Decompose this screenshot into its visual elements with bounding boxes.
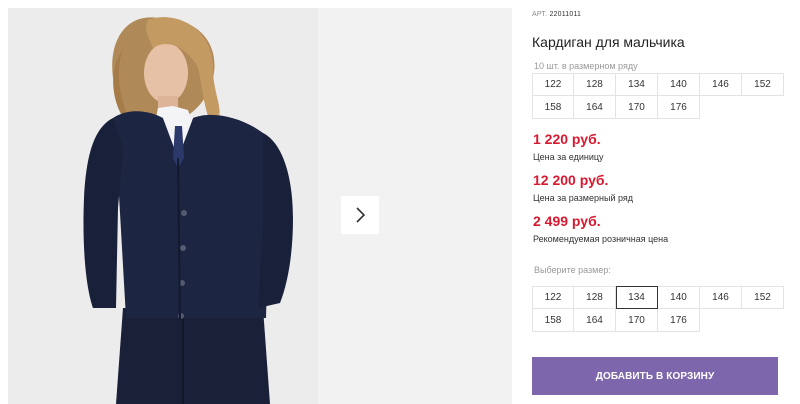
size-option[interactable]: 176 — [658, 309, 700, 332]
pack-size-cell: 146 — [700, 73, 742, 96]
size-option[interactable]: 140 — [658, 286, 700, 309]
article-number: АРТ. 22011011 — [532, 11, 581, 18]
set-price-caption: Цена за размерный ряд — [533, 193, 634, 203]
gallery-next-button[interactable] — [341, 196, 379, 234]
product-info: АРТ. 22011011 Кардиган для мальчика 10 ш… — [532, 0, 800, 404]
size-selector: 122 128 134 140 146 152 158 164 170 176 — [532, 286, 784, 332]
pack-note: 10 шт. в размерном ряду — [534, 61, 638, 71]
retail-price: 2 499 руб. — [533, 213, 601, 229]
pack-size-cell: 170 — [616, 96, 658, 119]
article-value: 22011011 — [549, 11, 582, 18]
pack-size-cell: 122 — [532, 73, 574, 96]
size-option-selected[interactable]: 134 — [616, 286, 658, 309]
size-option[interactable]: 128 — [574, 286, 616, 309]
choose-size-label: Выберите размер: — [534, 265, 611, 275]
pack-size-cell: 176 — [658, 96, 700, 119]
size-option[interactable]: 146 — [700, 286, 742, 309]
model-illustration — [8, 8, 318, 404]
retail-price-caption: Рекомендуемая розничная цена — [533, 234, 669, 244]
chevron-right-icon — [356, 207, 366, 223]
pack-size-cell: 134 — [616, 73, 658, 96]
pack-size-cell: 152 — [742, 73, 784, 96]
product-photo — [8, 8, 318, 404]
pack-size-cell: 158 — [532, 96, 574, 119]
set-price: 12 200 руб. — [533, 172, 609, 188]
size-option[interactable]: 164 — [574, 309, 616, 332]
add-to-cart-button[interactable]: ДОБАВИТЬ В КОРЗИНУ — [532, 357, 778, 395]
article-label: АРТ. — [532, 11, 548, 18]
size-option[interactable]: 152 — [742, 286, 784, 309]
size-option[interactable]: 170 — [616, 309, 658, 332]
pack-size-cell: 164 — [574, 96, 616, 119]
product-gallery — [0, 0, 512, 404]
pack-size-grid: 122 128 134 140 146 152 158 164 170 176 — [532, 73, 784, 119]
unit-price: 1 220 руб. — [533, 131, 601, 147]
unit-price-caption: Цена за единицу — [533, 152, 604, 162]
size-option[interactable]: 122 — [532, 286, 574, 309]
pack-size-cell: 140 — [658, 73, 700, 96]
pack-size-cell: 128 — [574, 73, 616, 96]
product-title: Кардиган для мальчика — [532, 34, 685, 50]
size-option[interactable]: 158 — [532, 309, 574, 332]
